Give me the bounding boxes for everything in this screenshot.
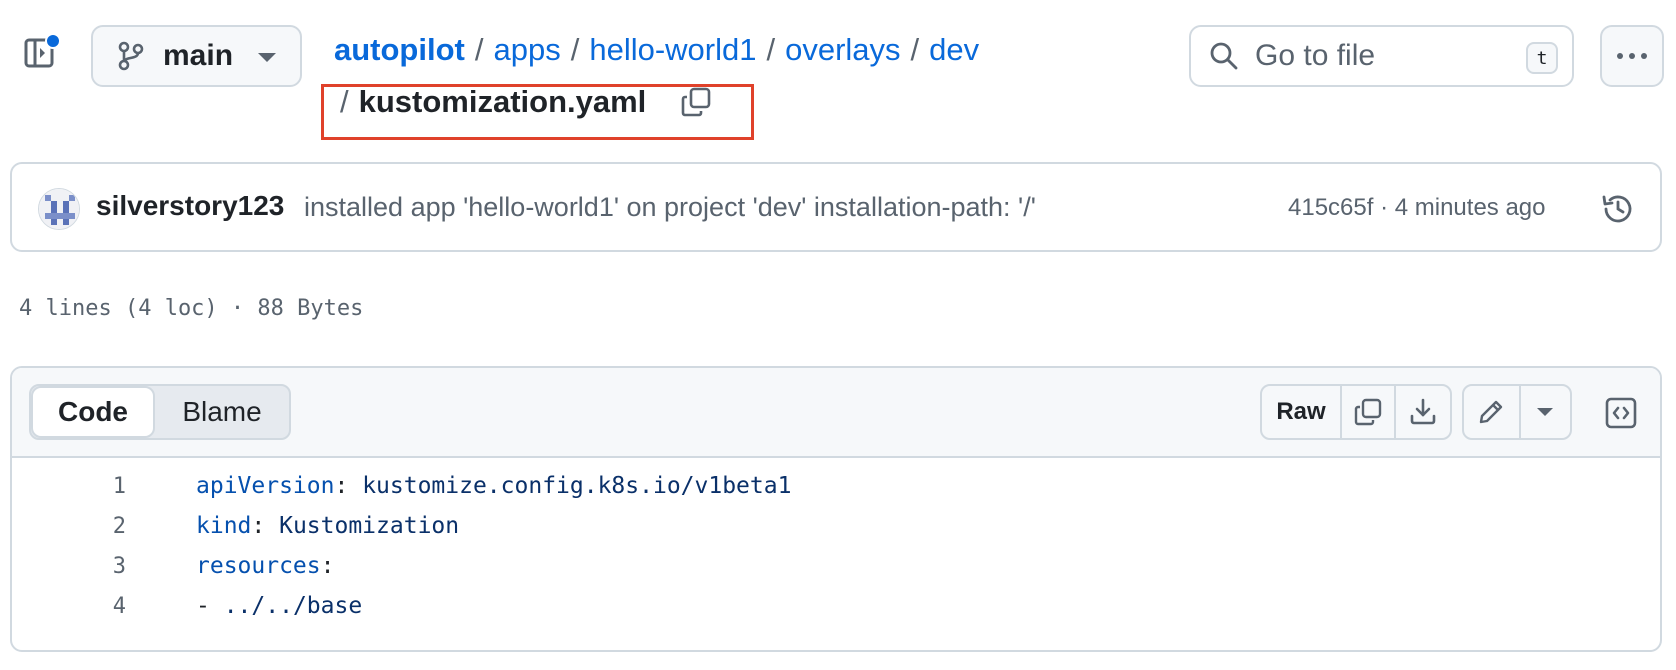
code-square-icon bbox=[1605, 397, 1637, 429]
avatar[interactable] bbox=[38, 188, 80, 230]
breadcrumb-link-hello-world1[interactable]: hello-world1 bbox=[589, 32, 756, 68]
code-line: 3 resources: bbox=[12, 546, 1660, 586]
breadcrumb: autopilot / apps / hello-world1 / overla… bbox=[334, 28, 979, 72]
code-content: kind: Kustomization bbox=[196, 513, 459, 539]
yaml-key: apiVersion bbox=[196, 473, 335, 499]
commit-message-link[interactable]: installed app 'hello-world1' on project … bbox=[304, 192, 1036, 223]
yaml-separator: : bbox=[251, 513, 280, 539]
history-icon bbox=[1602, 195, 1632, 223]
code-line: 4 - ../../base bbox=[12, 586, 1660, 626]
line-number[interactable]: 1 bbox=[12, 474, 126, 499]
breadcrumb-separator: / bbox=[910, 32, 920, 67]
copy-raw-button[interactable] bbox=[1342, 386, 1396, 438]
yaml-value: Kustomization bbox=[279, 513, 460, 539]
breadcrumb-link-overlays[interactable]: overlays bbox=[785, 32, 900, 68]
highlight-box bbox=[321, 84, 754, 140]
sidebar-toggle-button[interactable] bbox=[20, 30, 64, 74]
code-panel-header: Code Blame Raw bbox=[12, 368, 1660, 458]
symbols-panel-button[interactable] bbox=[1602, 394, 1640, 432]
yaml-value: ../../base bbox=[223, 593, 363, 619]
sidebar-toggle-icon bbox=[24, 33, 61, 68]
code-line: 1 apiVersion: kustomize.config.k8s.io/v1… bbox=[12, 466, 1660, 506]
search-icon bbox=[1210, 42, 1238, 70]
line-number[interactable]: 2 bbox=[12, 514, 126, 539]
code-content: apiVersion: kustomize.config.k8s.io/v1be… bbox=[196, 473, 791, 499]
breadcrumb-separator: / bbox=[570, 32, 580, 67]
branch-selector-button[interactable]: main bbox=[91, 25, 302, 87]
kebab-horizontal-icon bbox=[1617, 53, 1647, 59]
yaml-separator: : bbox=[320, 553, 335, 579]
yaml-value: kustomize.config.k8s.io/v1beta1 bbox=[362, 473, 792, 499]
yaml-separator: - bbox=[196, 593, 224, 619]
breadcrumb-separator: / bbox=[766, 32, 776, 67]
code-panel: Code Blame Raw 1 apiVersion: kustomize.c… bbox=[10, 366, 1662, 652]
yaml-separator: : bbox=[334, 473, 363, 499]
go-to-file-placeholder: Go to file bbox=[1255, 39, 1376, 72]
history-button[interactable] bbox=[1598, 189, 1638, 229]
edit-actions-group bbox=[1462, 384, 1572, 440]
edit-more-options-button[interactable] bbox=[1521, 386, 1570, 438]
breadcrumb-link-apps[interactable]: apps bbox=[493, 32, 560, 68]
commit-meta[interactable]: 415c65f · 4 minutes ago bbox=[1288, 194, 1546, 222]
pencil-icon bbox=[1480, 400, 1503, 424]
commit-author-link[interactable]: silverstory123 bbox=[96, 190, 284, 222]
raw-actions-group: Raw bbox=[1260, 384, 1452, 440]
yaml-key: kind bbox=[196, 513, 252, 539]
branch-name: main bbox=[163, 39, 234, 72]
go-to-file-input[interactable]: Go to file t bbox=[1189, 25, 1574, 87]
line-number[interactable]: 4 bbox=[12, 594, 126, 619]
breadcrumb-repo-link[interactable]: autopilot bbox=[334, 32, 465, 68]
breadcrumb-link-dev[interactable]: dev bbox=[929, 32, 979, 68]
more-options-button[interactable] bbox=[1600, 25, 1664, 87]
raw-button[interactable]: Raw bbox=[1262, 386, 1342, 438]
code-content: resources: bbox=[196, 553, 334, 579]
file-info: 4 lines (4 loc) · 88 Bytes bbox=[19, 296, 364, 321]
shortcut-key: t bbox=[1526, 42, 1558, 74]
latest-commit-box: silverstory123 installed app 'hello-worl… bbox=[10, 162, 1662, 252]
line-number[interactable]: 3 bbox=[12, 554, 126, 579]
caret-down-icon bbox=[1537, 408, 1554, 416]
view-toggle: Code Blame bbox=[29, 384, 291, 440]
download-button[interactable] bbox=[1396, 386, 1450, 438]
caret-down-icon bbox=[258, 53, 276, 62]
edit-file-button[interactable] bbox=[1464, 386, 1521, 438]
tab-blame[interactable]: Blame bbox=[155, 386, 289, 438]
code-view: 1 apiVersion: kustomize.config.k8s.io/v1… bbox=[12, 466, 1660, 626]
yaml-key: resources bbox=[196, 553, 321, 579]
code-content: - ../../base bbox=[196, 593, 362, 619]
copy-icon bbox=[1354, 398, 1382, 426]
git-branch-icon bbox=[118, 41, 144, 71]
download-icon bbox=[1410, 398, 1436, 425]
code-line: 2 kind: Kustomization bbox=[12, 506, 1660, 546]
tab-code[interactable]: Code bbox=[31, 386, 155, 438]
breadcrumb-separator: / bbox=[474, 32, 484, 67]
